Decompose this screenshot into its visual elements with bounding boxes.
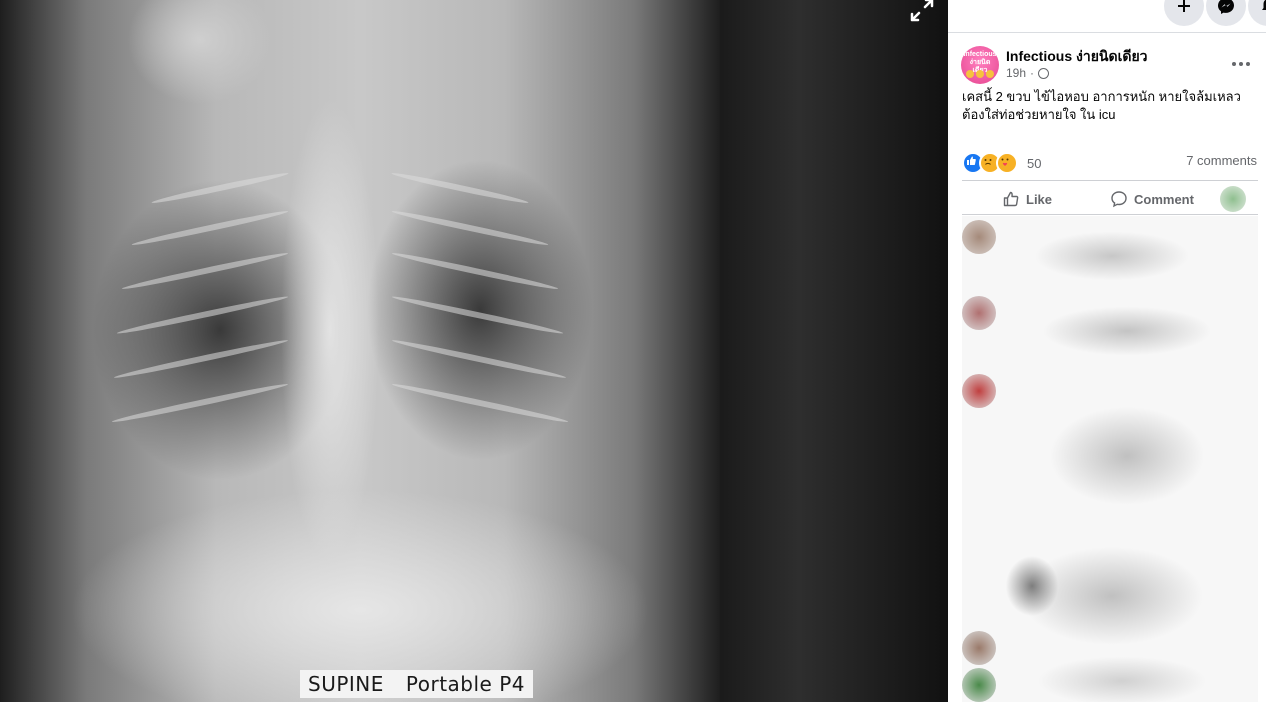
- messenger-icon: [1218, 0, 1234, 14]
- bell-icon: [1262, 0, 1266, 10]
- panel-divider: [948, 32, 1266, 33]
- avatar-emoji-faces: [966, 70, 994, 79]
- comment-button[interactable]: Comment: [1110, 184, 1194, 214]
- comment-icon: [1111, 191, 1127, 208]
- comment-avatar[interactable]: [962, 296, 996, 330]
- comment-label: Comment: [1134, 191, 1194, 207]
- post-text-line-1: เคสนี้ 2 ขวบ ไข้ไอหอบ อาการหนัก หายใจล้ม…: [962, 89, 1241, 104]
- photo-viewer: SUPINE Portable P4: [0, 0, 948, 702]
- like-label: Like: [1026, 191, 1053, 207]
- page-avatar[interactable]: Infectious ง่ายนิดเดียว: [961, 46, 999, 84]
- thumbs-up-icon: [1003, 191, 1019, 207]
- more-options-button[interactable]: [1226, 52, 1256, 76]
- comment-avatar[interactable]: [962, 220, 996, 254]
- globe-icon: [1038, 67, 1050, 79]
- comment-avatar[interactable]: [962, 374, 996, 408]
- share-button[interactable]: [1220, 184, 1250, 214]
- like-button[interactable]: Like: [1002, 184, 1052, 214]
- messenger-button[interactable]: [1206, 0, 1246, 26]
- actions-divider-top: [962, 180, 1258, 181]
- dot-separator: ·: [1030, 66, 1035, 80]
- comments-count-link[interactable]: 7 comments: [1186, 153, 1257, 168]
- xray-image: SUPINE Portable P4: [0, 0, 720, 702]
- reaction-count: 50: [1027, 155, 1042, 171]
- plus-icon: [1178, 0, 1190, 12]
- post-meta: 19h ·: [1006, 66, 1050, 80]
- notifications-button[interactable]: [1248, 0, 1266, 26]
- care-reaction-icon: [996, 152, 1018, 174]
- page-name-link[interactable]: Infectious ง่ายนิดเดียว: [1006, 46, 1148, 68]
- post-time[interactable]: 19h: [1006, 66, 1026, 80]
- viewer-background: [718, 0, 948, 702]
- create-button[interactable]: [1164, 0, 1204, 26]
- comments-blurred-area: [962, 216, 1258, 702]
- comment-avatar[interactable]: [962, 668, 996, 702]
- share-avatar-icon: [1220, 186, 1246, 212]
- post-text-line-2: ต้องใส่ท่อช่วยหายใจ ใน icu: [962, 107, 1116, 122]
- expand-icon[interactable]: [906, 0, 938, 26]
- xray-label: SUPINE Portable P4: [300, 670, 533, 698]
- xray-label-portable: Portable P4: [405, 672, 525, 696]
- xray-label-position: SUPINE: [308, 672, 384, 696]
- comment-avatar[interactable]: [962, 631, 996, 665]
- actions-divider-bottom: [962, 214, 1258, 215]
- post-panel: Infectious ง่ายนิดเดียว Infectious ง่ายน…: [948, 0, 1266, 702]
- post-text: เคสนี้ 2 ขวบ ไข้ไอหอบ อาการหนัก หายใจล้ม…: [962, 88, 1258, 124]
- reactions-summary[interactable]: 50: [962, 152, 1041, 174]
